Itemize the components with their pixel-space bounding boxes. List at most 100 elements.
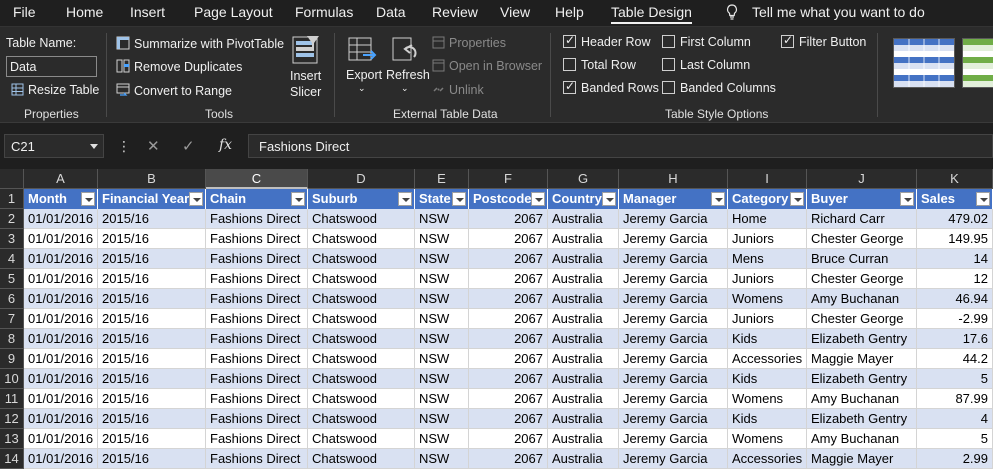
column-header-b[interactable]: B	[98, 169, 206, 189]
table-cell[interactable]: Jeremy Garcia	[619, 369, 728, 389]
table-cell[interactable]: Richard Carr	[807, 209, 917, 229]
row-header-7[interactable]: 7	[0, 309, 24, 329]
column-header-f[interactable]: F	[469, 169, 548, 189]
formula-input[interactable]: Fashions Direct	[248, 134, 993, 158]
table-cell[interactable]: 2067	[469, 229, 548, 249]
table-header-cell[interactable]: Category	[728, 189, 807, 209]
filter-dropdown-icon[interactable]	[900, 192, 914, 206]
name-box[interactable]: C21	[4, 134, 104, 158]
table-cell[interactable]: Mens	[728, 249, 807, 269]
table-cell[interactable]: 2015/16	[98, 429, 206, 449]
table-cell[interactable]: Australia	[548, 409, 619, 429]
table-cell[interactable]: Womens	[728, 389, 807, 409]
table-cell[interactable]: Home	[728, 209, 807, 229]
table-cell[interactable]: Australia	[548, 209, 619, 229]
cancel-icon[interactable]: ✕	[147, 137, 160, 155]
table-cell[interactable]: Australia	[548, 249, 619, 269]
table-cell[interactable]: Accessories	[728, 449, 807, 469]
table-cell[interactable]: Australia	[548, 449, 619, 469]
table-cell[interactable]: Amy Buchanan	[807, 289, 917, 309]
table-name-input[interactable]	[6, 56, 97, 77]
table-cell[interactable]: Fashions Direct	[206, 349, 308, 369]
filter-dropdown-icon[interactable]	[711, 192, 725, 206]
table-cell[interactable]: 5	[917, 429, 993, 449]
table-cell[interactable]: 12	[917, 269, 993, 289]
table-cell[interactable]: 4	[917, 409, 993, 429]
row-header-2[interactable]: 2	[0, 209, 24, 229]
table-cell[interactable]: 17.6	[917, 329, 993, 349]
resize-table-button[interactable]: Resize Table	[11, 83, 99, 97]
table-cell[interactable]: NSW	[415, 209, 469, 229]
table-header-cell[interactable]: Chain	[206, 189, 308, 209]
table-cell[interactable]: NSW	[415, 289, 469, 309]
first-column-checkbox[interactable]	[662, 35, 675, 48]
table-cell[interactable]: Maggie Mayer	[807, 349, 917, 369]
filter-dropdown-icon[interactable]	[398, 192, 412, 206]
table-cell[interactable]: Chatswood	[308, 249, 415, 269]
enter-icon[interactable]: ✓	[182, 137, 195, 155]
banded-columns-checkbox[interactable]	[662, 81, 675, 94]
banded-rows-checkbox[interactable]	[563, 79, 576, 94]
table-cell[interactable]: Juniors	[728, 269, 807, 289]
table-cell[interactable]: Chester George	[807, 269, 917, 289]
menu-table-design[interactable]: Table Design	[611, 4, 692, 24]
table-cell[interactable]: Fashions Direct	[206, 309, 308, 329]
table-cell[interactable]: Fashions Direct	[206, 409, 308, 429]
filter-dropdown-icon[interactable]	[81, 192, 95, 206]
table-cell[interactable]: 2067	[469, 289, 548, 309]
table-cell[interactable]: 2015/16	[98, 389, 206, 409]
table-cell[interactable]: Fashions Direct	[206, 389, 308, 409]
row-header-13[interactable]: 13	[0, 429, 24, 449]
export-button[interactable]: Export ⌄	[344, 35, 384, 105]
table-cell[interactable]: Jeremy Garcia	[619, 409, 728, 429]
menu-file[interactable]: File	[13, 4, 36, 20]
table-cell[interactable]: 2015/16	[98, 209, 206, 229]
table-cell[interactable]: Chatswood	[308, 309, 415, 329]
summarize-pivot-button[interactable]: Summarize with PivotTable	[116, 36, 284, 51]
menu-review[interactable]: Review	[432, 4, 478, 20]
table-cell[interactable]: 01/01/2016	[24, 329, 98, 349]
table-cell[interactable]: Australia	[548, 229, 619, 249]
table-cell[interactable]: 2067	[469, 349, 548, 369]
table-cell[interactable]: 2015/16	[98, 289, 206, 309]
row-header-8[interactable]: 8	[0, 329, 24, 349]
table-cell[interactable]: Chatswood	[308, 449, 415, 469]
last-column-checkbox[interactable]	[662, 58, 675, 71]
table-cell[interactable]: Australia	[548, 289, 619, 309]
refresh-button[interactable]: Refresh ⌄	[385, 35, 430, 105]
column-header-d[interactable]: D	[308, 169, 415, 189]
table-cell[interactable]: Australia	[548, 309, 619, 329]
table-cell[interactable]: NSW	[415, 249, 469, 269]
row-header-10[interactable]: 10	[0, 369, 24, 389]
table-cell[interactable]: 2067	[469, 329, 548, 349]
table-cell[interactable]: Fashions Direct	[206, 289, 308, 309]
table-cell[interactable]: Elizabeth Gentry	[807, 369, 917, 389]
table-cell[interactable]: Jeremy Garcia	[619, 249, 728, 269]
table-header-cell[interactable]: Manager	[619, 189, 728, 209]
menu-help[interactable]: Help	[555, 4, 584, 20]
table-cell[interactable]: Amy Buchanan	[807, 429, 917, 449]
table-cell[interactable]: Australia	[548, 429, 619, 449]
table-cell[interactable]: -2.99	[917, 309, 993, 329]
table-cell[interactable]: Fashions Direct	[206, 449, 308, 469]
table-header-cell[interactable]: State	[415, 189, 469, 209]
table-cell[interactable]: Chatswood	[308, 289, 415, 309]
table-cell[interactable]: 2067	[469, 249, 548, 269]
table-cell[interactable]: Chatswood	[308, 209, 415, 229]
total-row-checkbox[interactable]	[563, 58, 576, 71]
table-cell[interactable]: 14	[917, 249, 993, 269]
table-header-cell[interactable]: Month	[24, 189, 98, 209]
table-cell[interactable]: Amy Buchanan	[807, 389, 917, 409]
table-cell[interactable]: Fashions Direct	[206, 229, 308, 249]
insert-slicer-button[interactable]: Insert Slicer	[288, 35, 324, 101]
table-cell[interactable]: NSW	[415, 229, 469, 249]
table-cell[interactable]: NSW	[415, 389, 469, 409]
table-cell[interactable]: Bruce Curran	[807, 249, 917, 269]
table-cell[interactable]: Maggie Mayer	[807, 449, 917, 469]
column-header-i[interactable]: I	[728, 169, 807, 189]
table-cell[interactable]: Chatswood	[308, 369, 415, 389]
filter-dropdown-icon[interactable]	[602, 192, 616, 206]
table-cell[interactable]: 01/01/2016	[24, 289, 98, 309]
table-cell[interactable]: Chatswood	[308, 429, 415, 449]
table-cell[interactable]: Chatswood	[308, 329, 415, 349]
